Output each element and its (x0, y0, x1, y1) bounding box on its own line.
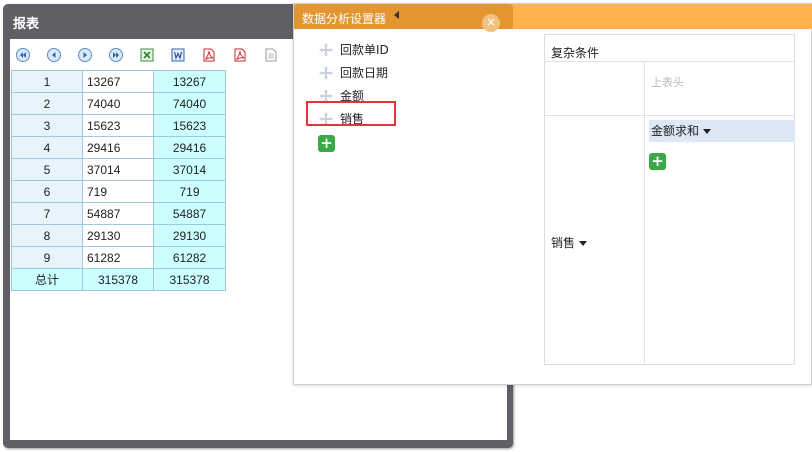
field-item-amount[interactable]: 金额 (318, 84, 389, 107)
value-cell: 37014 (153, 158, 226, 181)
row-index: 2 (11, 92, 83, 115)
column-header-drop-zone[interactable]: 上表头 (651, 74, 684, 90)
caret-down-icon (703, 129, 712, 134)
value-cell: 29130 (82, 224, 154, 247)
field-label: 销售 (340, 112, 365, 126)
table-row: 1 13267 13267 (11, 70, 226, 93)
table-row: 2 74040 74040 (11, 92, 226, 115)
field-label: 回款单ID (340, 43, 389, 57)
move-icon (319, 65, 333, 80)
value-cell: 54887 (153, 202, 226, 225)
analysis-settings-panel: 数据分析设置器 × 回款单ID 回款日期 金额 销售 + 复杂条件 上表头 销售… (293, 3, 812, 385)
row-index: 9 (11, 246, 83, 269)
move-icon (319, 111, 333, 126)
row-index: 6 (11, 180, 83, 203)
value-cell: 13267 (82, 70, 154, 93)
table-row: 6 719 719 (11, 180, 226, 203)
panel-header: 数据分析设置器 × (294, 4, 812, 32)
close-icon[interactable]: × (482, 14, 500, 32)
table-row: 4 29416 29416 (11, 136, 226, 159)
next-page-icon[interactable] (78, 48, 92, 62)
move-icon (319, 42, 333, 57)
row-index: 8 (11, 224, 83, 247)
field-item-payment-date[interactable]: 回款日期 (318, 61, 389, 84)
value-cell: 13267 (153, 70, 226, 93)
export-pdf-icon[interactable] (202, 48, 216, 62)
export-excel-icon[interactable] (140, 48, 154, 62)
total-label: 总计 (11, 268, 83, 291)
divider (644, 61, 645, 365)
field-list: 回款单ID 回款日期 金额 销售 + (318, 38, 389, 152)
field-label: 金额 (340, 89, 365, 103)
total-value: 315378 (82, 268, 154, 291)
caret-down-icon (579, 241, 588, 246)
value-cell: 37014 (82, 158, 154, 181)
row-index: 1 (11, 70, 83, 93)
value-cell: 29130 (153, 224, 226, 247)
panel-tab: 数据分析设置器 × (294, 4, 513, 32)
table-row: 9 61282 61282 (11, 246, 226, 269)
divider (545, 115, 794, 116)
total-row: 总计 315378 315378 (11, 268, 226, 291)
report-title: 报表 (13, 17, 40, 32)
table-row: 5 37014 37014 (11, 158, 226, 181)
condition-title: 复杂条件 (551, 46, 600, 60)
measure-sum-amount[interactable]: 金额求和 (649, 120, 795, 142)
row-index: 7 (11, 202, 83, 225)
value-cell: 61282 (82, 246, 154, 269)
add-field-button[interactable]: + (318, 135, 335, 152)
first-page-icon[interactable] (16, 48, 30, 62)
row-index: 5 (11, 158, 83, 181)
value-cell: 15623 (153, 114, 226, 137)
value-cell: 719 (82, 180, 154, 203)
divider (545, 61, 794, 62)
value-cell: 29416 (82, 136, 154, 159)
row-index: 3 (11, 114, 83, 137)
value-cell: 61282 (153, 246, 226, 269)
table-row: 7 54887 54887 (11, 202, 226, 225)
row-index: 4 (11, 136, 83, 159)
panel-title: 数据分析设置器 (302, 12, 387, 26)
measure-label: 金额求和 (651, 124, 700, 138)
report-table: 1 13267 13267 2 74040 74040 3 15623 15623 4 294… (11, 70, 226, 291)
export-word-icon[interactable] (171, 48, 185, 62)
value-cell: 74040 (153, 92, 226, 115)
value-cell: 54887 (82, 202, 154, 225)
table-row: 8 29130 29130 (11, 224, 226, 247)
add-measure-button[interactable]: + (649, 153, 666, 170)
move-icon (319, 88, 333, 103)
field-label: 回款日期 (340, 66, 389, 80)
field-item-sales[interactable]: 销售 (318, 107, 389, 130)
value-cell: 719 (153, 180, 226, 203)
export-pdf-alt-icon[interactable] (233, 48, 247, 62)
report-toolbar (16, 45, 295, 65)
table-row: 3 15623 15623 (11, 114, 226, 137)
last-page-icon[interactable] (109, 48, 123, 62)
total-value: 315378 (153, 268, 226, 291)
value-cell: 29416 (153, 136, 226, 159)
value-cell: 15623 (82, 114, 154, 137)
value-cell: 74040 (82, 92, 154, 115)
prev-page-icon[interactable] (47, 48, 61, 62)
collapse-arrow-icon[interactable] (394, 11, 399, 19)
field-item-payment-id[interactable]: 回款单ID (318, 38, 389, 61)
row-field-sales[interactable]: 销售 (551, 234, 588, 251)
condition-grid: 复杂条件 上表头 销售 金额求和 + (544, 34, 795, 365)
row-field-label: 销售 (551, 236, 576, 250)
export-text-icon[interactable] (264, 48, 278, 62)
